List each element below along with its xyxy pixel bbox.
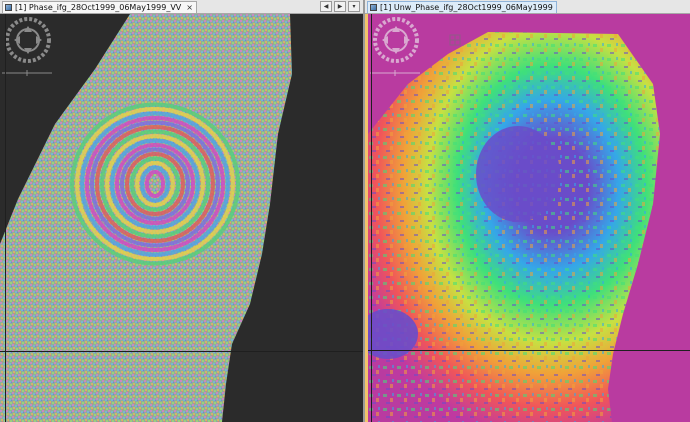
tab-navigation-buttons: ◀ ▶ ▾ xyxy=(320,1,360,12)
wrapped-phase-image[interactable] xyxy=(0,14,363,422)
vertical-cursor-line xyxy=(371,14,372,422)
tab-label: [1] Unw_Phase_ifg_28Oct1999_06May1999 xyxy=(380,3,553,12)
scale-bar-icon xyxy=(370,70,420,76)
left-tab-bar: [1] Phase_ifg_28Oct1999_06May1999_VV × ◀… xyxy=(0,0,363,14)
horizontal-cursor-line xyxy=(368,350,690,351)
tab-list-button[interactable]: ▾ xyxy=(348,1,360,12)
tab-unwrapped-phase[interactable]: [1] Unw_Phase_ifg_28Oct1999_06May1999 xyxy=(367,1,557,13)
image-view-icon xyxy=(370,4,377,11)
tab-next-button[interactable]: ▶ xyxy=(334,1,346,12)
vertical-cursor-line xyxy=(5,14,6,422)
scale-bar-icon xyxy=(2,70,52,76)
image-view-icon xyxy=(5,4,12,11)
horizontal-cursor-line xyxy=(0,351,363,352)
tab-label: [1] Phase_ifg_28Oct1999_06May1999_VV xyxy=(15,3,182,12)
navigation-wheel-icon[interactable] xyxy=(372,16,420,64)
tab-close-button[interactable]: × xyxy=(186,3,193,12)
left-image-view-pane: [1] Phase_ifg_28Oct1999_06May1999_VV × ◀… xyxy=(0,0,363,422)
phase-image-canvas[interactable] xyxy=(0,14,363,422)
navigation-wheel-icon[interactable] xyxy=(4,16,52,64)
unwrapped-phase-canvas[interactable] xyxy=(365,14,690,422)
grid-icon[interactable] xyxy=(449,34,461,46)
right-image-view-pane: [1] Unw_Phase_ifg_28Oct1999_06May1999 xyxy=(365,0,690,422)
tab-prev-button[interactable]: ◀ xyxy=(320,1,332,12)
right-tab-bar: [1] Unw_Phase_ifg_28Oct1999_06May1999 xyxy=(365,0,690,14)
tab-phase-ifg[interactable]: [1] Phase_ifg_28Oct1999_06May1999_VV × xyxy=(2,1,197,13)
